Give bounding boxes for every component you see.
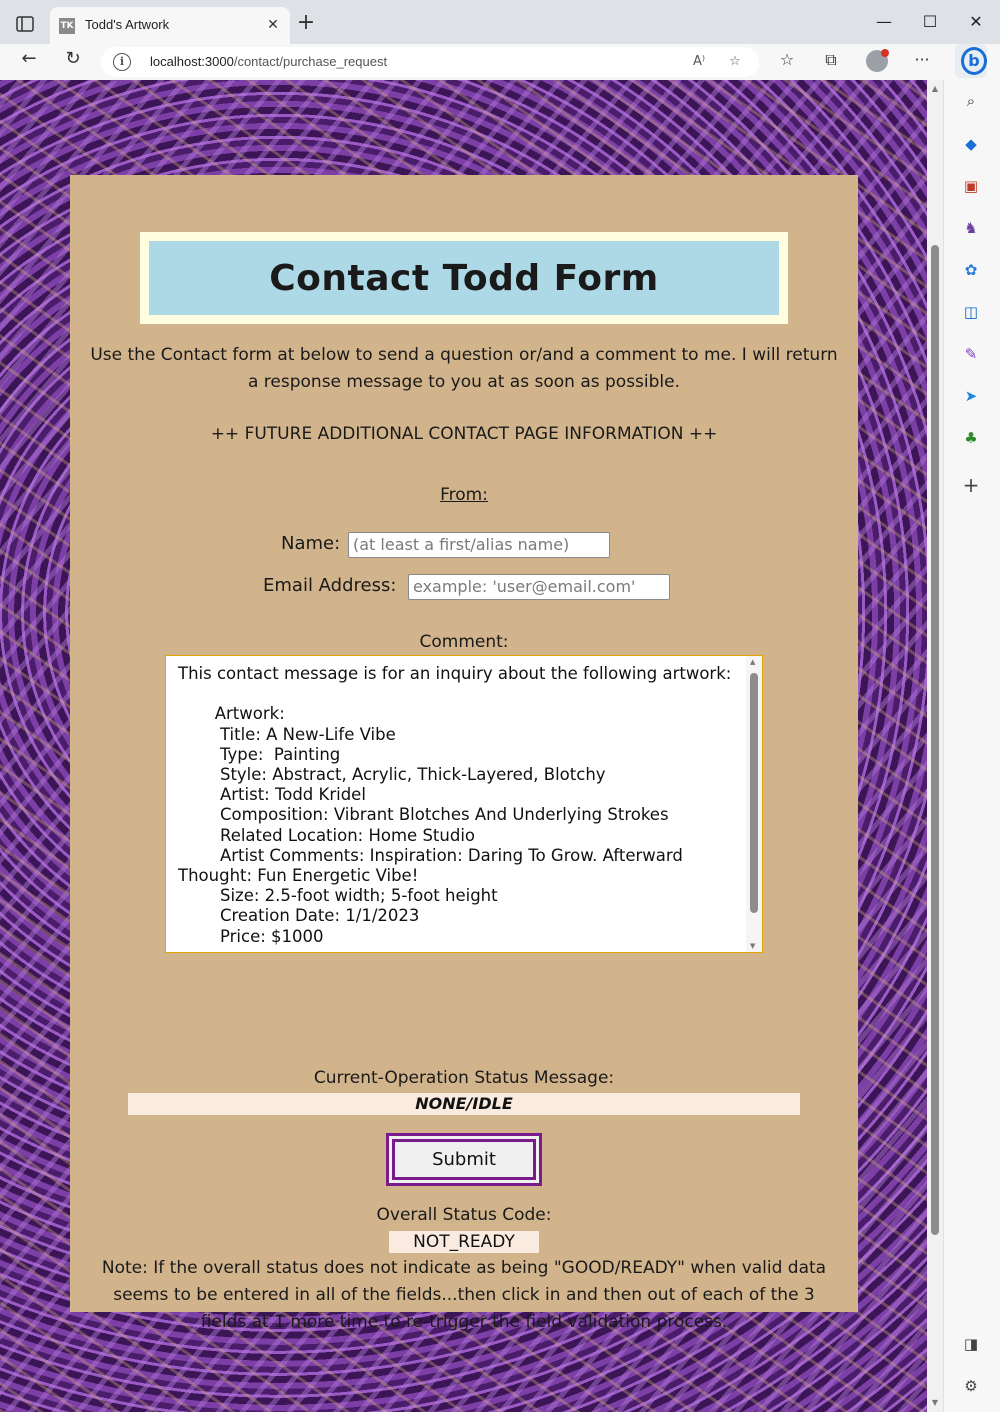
overall-status-label: Overall Status Code: xyxy=(376,1205,552,1225)
tab-actions-icon[interactable] xyxy=(12,12,38,36)
submit-button[interactable]: Submit xyxy=(386,1133,542,1186)
settings-gear-icon[interactable]: ⚙ xyxy=(961,1377,981,1397)
page-scrollbar[interactable]: ▲ ▼ xyxy=(927,80,943,1412)
new-tab-plus-icon[interactable]: + xyxy=(294,12,318,36)
profile-notification-dot xyxy=(881,49,889,57)
url-path: /contact/purchase_request xyxy=(233,54,388,69)
favorites-icon[interactable]: ☆ xyxy=(775,50,799,74)
page-title: Contact Todd Form xyxy=(269,257,659,299)
browser-toolbar: ← ↻ i localhost:3000/contact/purchase_re… xyxy=(0,44,1000,80)
back-arrow-icon[interactable]: ← xyxy=(15,48,43,76)
status-message-label: Current-Operation Status Message: xyxy=(313,1068,615,1088)
favicon-icon: TK xyxy=(59,18,75,34)
designer-icon[interactable]: ✎ xyxy=(961,345,981,365)
url-host: localhost:3000 xyxy=(150,54,234,69)
name-label: Name: xyxy=(281,533,341,554)
sidebar-toggle-icon[interactable]: ◨ xyxy=(961,1335,981,1355)
title-banner: Contact Todd Form xyxy=(140,232,788,324)
tree-icon[interactable]: ♣ xyxy=(961,429,981,449)
email-input[interactable]: example: 'user@email.com' xyxy=(408,574,670,600)
scroll-down-icon[interactable]: ▼ xyxy=(930,1398,940,1408)
status-message-value: NONE/IDLE xyxy=(128,1093,800,1115)
overall-status-value: NOT_READY xyxy=(389,1231,539,1253)
bing-copilot-icon: b xyxy=(961,47,987,75)
scroll-up-icon[interactable]: ▲ xyxy=(750,658,755,666)
games-icon[interactable]: ♞ xyxy=(961,219,981,239)
tools-icon[interactable]: ▣ xyxy=(961,177,981,197)
from-heading: From: xyxy=(440,485,488,505)
contact-form-panel: Contact Todd Form Use the Contact form a… xyxy=(70,175,858,1332)
comment-label: Comment: xyxy=(419,632,509,652)
maximize-icon[interactable]: ☐ xyxy=(910,8,950,36)
refresh-icon[interactable]: ↻ xyxy=(59,48,87,76)
comment-text: This contact message is for an inquiry a… xyxy=(178,664,732,946)
name-input[interactable]: (at least a first/alias name) xyxy=(348,532,610,558)
close-icon[interactable]: ✕ xyxy=(264,16,282,34)
scroll-up-icon[interactable]: ▲ xyxy=(930,84,940,94)
comment-scroll-thumb[interactable] xyxy=(750,673,758,913)
browser-titlebar: TK Todd's Artwork ✕ + — ☐ ✕ xyxy=(0,0,1000,44)
minimize-icon[interactable]: — xyxy=(864,8,904,36)
bing-copilot-button[interactable]: b xyxy=(955,44,987,78)
ellipsis-icon[interactable]: ··· xyxy=(910,50,934,74)
title-banner-inner: Contact Todd Form xyxy=(149,241,779,315)
future-info-text: ++ FUTURE ADDITIONAL CONTACT PAGE INFORM… xyxy=(210,424,718,444)
window-close-icon[interactable]: ✕ xyxy=(956,8,996,36)
shopping-tag-icon[interactable]: ◆ xyxy=(961,135,981,155)
email-label: Email Address: xyxy=(263,575,397,596)
search-icon[interactable]: ⌕ xyxy=(961,92,981,112)
outlook-icon[interactable]: ◫ xyxy=(961,303,981,323)
scroll-down-icon[interactable]: ▼ xyxy=(750,942,755,950)
address-bar[interactable]: i localhost:3000/contact/purchase_reques… xyxy=(101,47,759,77)
info-icon[interactable]: i xyxy=(113,53,131,71)
comment-scrollbar[interactable]: ▲ ▼ xyxy=(746,656,762,952)
tab-title: Todd's Artwork xyxy=(85,17,170,32)
edge-sidebar: ⌕ ◆ ▣ ♞ ✿ ◫ ✎ ➤ ♣ + ◨ ⚙ xyxy=(943,80,1000,1412)
add-plus-icon[interactable]: + xyxy=(961,473,981,497)
collections-icon[interactable]: ⧉ xyxy=(819,50,843,74)
microsoft365-icon[interactable]: ✿ xyxy=(961,261,981,281)
validation-note: Note: If the overall status does not ind… xyxy=(101,1258,827,1332)
read-aloud-icon[interactable]: A⁾ xyxy=(689,52,709,72)
intro-text: Use the Contact form at below to send a … xyxy=(90,345,838,392)
send-icon[interactable]: ➤ xyxy=(961,387,981,407)
comment-textarea[interactable]: This contact message is for an inquiry a… xyxy=(165,655,763,953)
browser-tab-active[interactable]: TK Todd's Artwork ✕ xyxy=(50,7,290,44)
add-favorite-icon[interactable]: ☆ xyxy=(725,52,745,72)
page-viewport: Contact Todd Form Use the Contact form a… xyxy=(0,80,927,1412)
page-scroll-thumb[interactable] xyxy=(931,245,939,1235)
submit-button-label: Submit xyxy=(392,1139,536,1180)
url-text[interactable]: localhost:3000/contact/purchase_request xyxy=(150,54,387,69)
